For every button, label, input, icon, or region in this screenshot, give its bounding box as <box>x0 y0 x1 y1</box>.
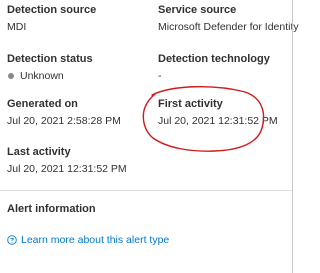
first-activity-label: First activity <box>158 98 223 110</box>
section-divider <box>0 190 292 191</box>
alert-information-title: Alert information <box>7 203 96 215</box>
detection-technology-value: - <box>158 70 162 82</box>
detection-status-row: Unknown <box>7 69 93 83</box>
help-circle-icon <box>7 235 17 245</box>
detection-status-value: Unknown <box>20 70 64 82</box>
detection-technology-label: Detection technology <box>158 53 270 65</box>
red-circle-annotation <box>142 86 265 152</box>
detection-status-field: Detection status Unknown <box>7 52 93 83</box>
detection-source-label: Detection source <box>7 4 97 16</box>
first-activity-field: First activity Jul 20, 2021 12:31:52 PM <box>158 97 278 128</box>
alert-details-panel: Detection source MDI Service source Micr… <box>0 0 300 273</box>
last-activity-field: Last activity Jul 20, 2021 12:31:52 PM <box>7 145 127 176</box>
generated-on-field: Generated on Jul 20, 2021 2:58:28 PM <box>7 97 121 128</box>
status-dot-icon <box>8 73 14 79</box>
panel-border <box>292 0 293 273</box>
last-activity-label: Last activity <box>7 146 71 158</box>
detection-source-value: MDI <box>7 21 27 33</box>
last-activity-value: Jul 20, 2021 12:31:52 PM <box>7 163 127 175</box>
learn-more-link[interactable]: Learn more about this alert type <box>7 234 169 246</box>
detection-source-field: Detection source MDI <box>7 3 96 34</box>
detection-technology-field: Detection technology - <box>158 52 270 83</box>
detection-status-label: Detection status <box>7 53 93 65</box>
learn-more-link-text[interactable]: Learn more about this alert type <box>21 234 169 246</box>
service-source-label: Service source <box>158 4 237 16</box>
generated-on-label: Generated on <box>7 98 78 110</box>
service-source-field: Service source Microsoft Defender for Id… <box>158 3 299 34</box>
generated-on-value: Jul 20, 2021 2:58:28 PM <box>7 115 121 127</box>
first-activity-value: Jul 20, 2021 12:31:52 PM <box>158 115 278 127</box>
service-source-value: Microsoft Defender for Identity <box>158 21 299 33</box>
